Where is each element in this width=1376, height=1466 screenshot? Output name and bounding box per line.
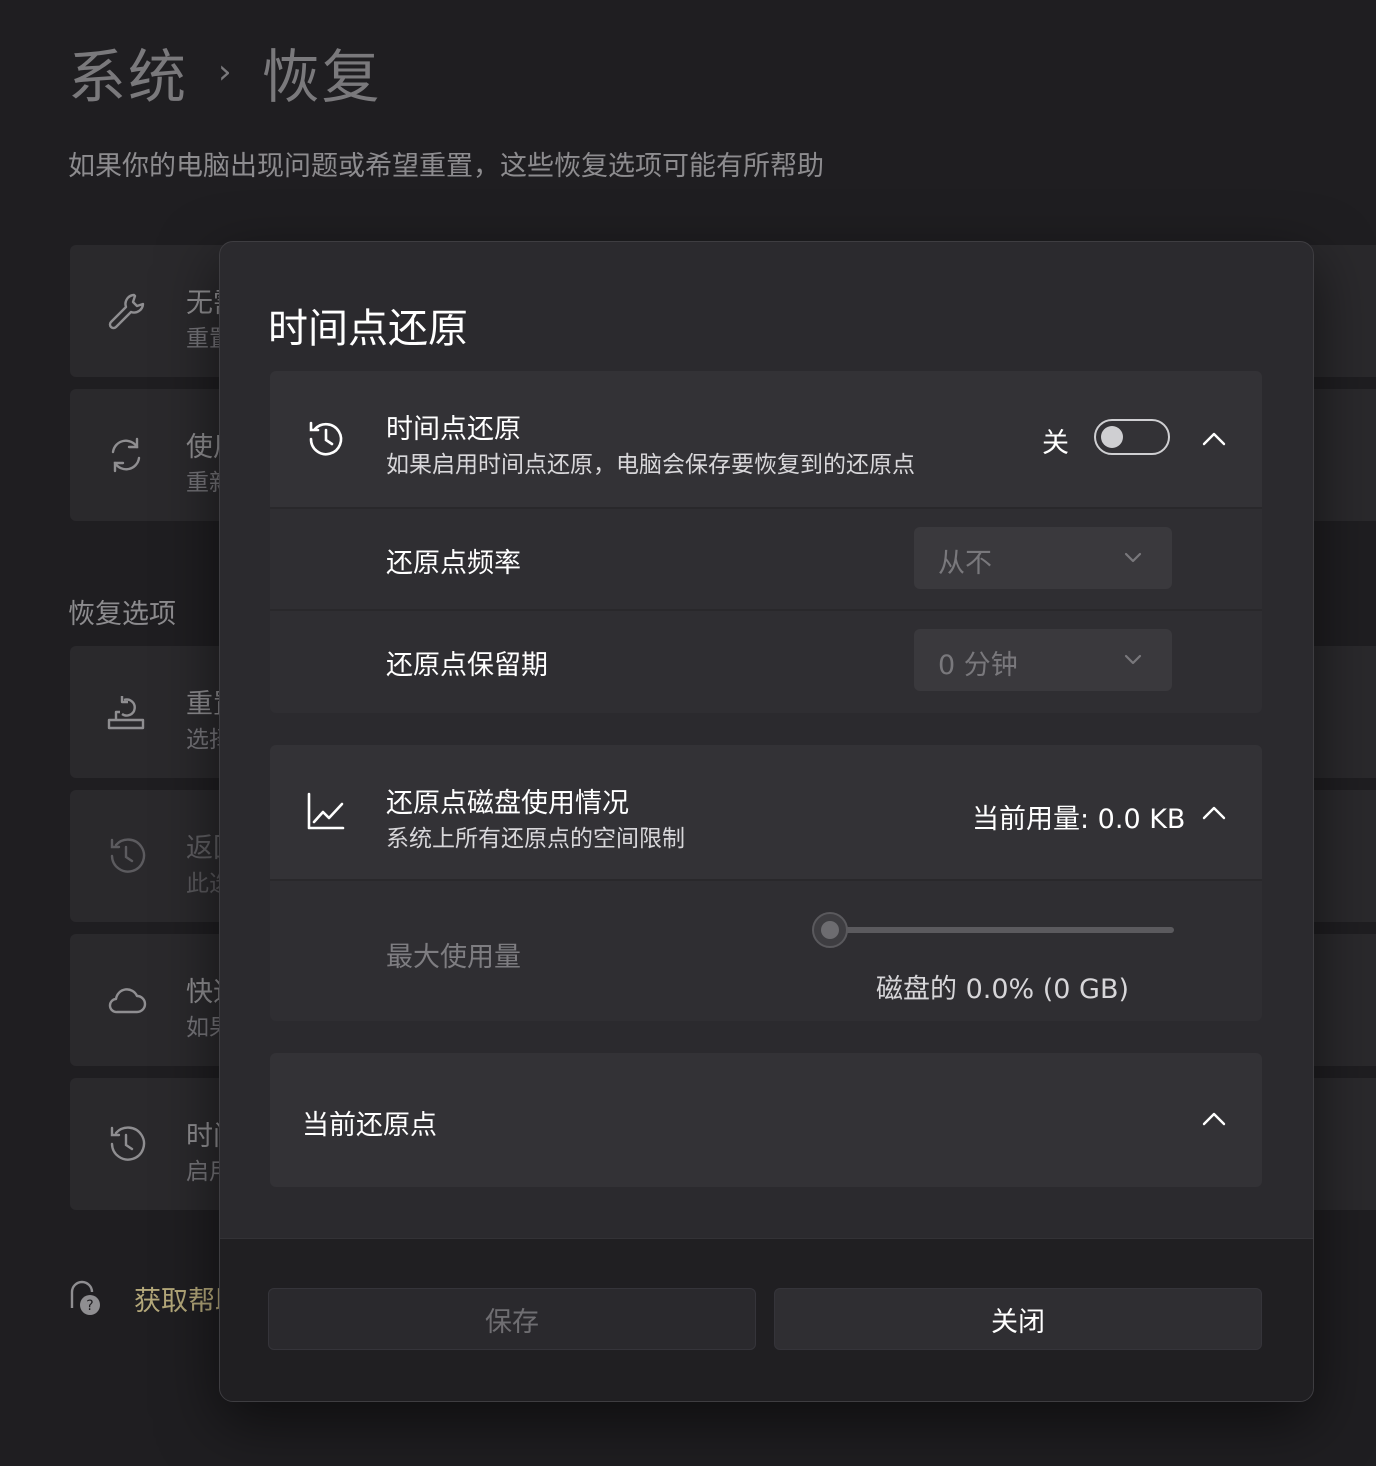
retention-row: 还原点保留期 0 分钟 xyxy=(270,609,1262,713)
restore-panel-subtitle: 如果启用时间点还原，电脑会保存要恢复到的还原点 xyxy=(386,452,915,478)
restore-panel-title: 时间点还原 xyxy=(386,414,521,445)
toggle-knob xyxy=(1101,426,1123,448)
breadcrumb-parent[interactable]: 系统 xyxy=(68,30,188,114)
current-points-title: 当前还原点 xyxy=(302,1110,437,1141)
close-button[interactable]: 关闭 xyxy=(774,1288,1262,1350)
breadcrumb: 系统 › 恢复 xyxy=(68,30,382,114)
dialog-footer: 保存 关闭 xyxy=(220,1238,1313,1401)
frequency-select[interactable]: 从不 xyxy=(914,527,1172,589)
current-points-panel[interactable]: 当前还原点 xyxy=(270,1053,1262,1187)
max-usage-slider-track[interactable] xyxy=(830,927,1174,933)
page-description: 如果你的电脑出现问题或希望重置，这些恢复选项可能有所帮助 xyxy=(68,151,824,182)
frequency-value: 从不 xyxy=(938,548,992,579)
history-icon xyxy=(104,1122,148,1166)
refresh-icon xyxy=(104,433,148,477)
dialog-title: 时间点还原 xyxy=(268,306,468,352)
chevron-down-icon xyxy=(1122,546,1144,568)
disk-usage-panel: 还原点磁盘使用情况 系统上所有还原点的空间限制 当前用量: 0.0 KB 最大使… xyxy=(270,745,1262,1021)
reset-pc-icon xyxy=(104,690,148,734)
help-chat-icon: ? xyxy=(66,1278,106,1318)
disk-usage-subtitle: 系统上所有还原点的空间限制 xyxy=(386,826,685,852)
chevron-up-icon[interactable] xyxy=(1200,799,1228,827)
breadcrumb-separator: › xyxy=(218,52,232,92)
restore-dialog: 时间点还原 时间点还原 如果启用时间点还原，电脑会保存要恢复到的还原点 关 还原… xyxy=(219,241,1314,1402)
chart-icon xyxy=(304,789,348,833)
restore-panel: 时间点还原 如果启用时间点还原，电脑会保存要恢复到的还原点 关 还原点频率 从不… xyxy=(270,371,1262,713)
retention-value: 0 分钟 xyxy=(938,650,1018,681)
retention-label: 还原点保留期 xyxy=(386,650,548,681)
toggle-state-label: 关 xyxy=(1042,428,1069,459)
history-icon xyxy=(104,834,148,878)
cloud-icon xyxy=(104,978,148,1022)
get-help-row[interactable]: ? 获取帮助 xyxy=(66,1278,242,1318)
frequency-label: 还原点频率 xyxy=(386,548,521,579)
chevron-up-icon[interactable] xyxy=(1200,1105,1228,1133)
disk-usage-header[interactable]: 还原点磁盘使用情况 系统上所有还原点的空间限制 当前用量: 0.0 KB xyxy=(270,745,1262,879)
max-usage-label: 最大使用量 xyxy=(386,942,521,973)
wrench-icon xyxy=(104,289,148,333)
svg-text:?: ? xyxy=(86,1298,93,1314)
current-usage: 当前用量: 0.0 KB xyxy=(972,804,1186,835)
max-usage-slider-thumb[interactable] xyxy=(812,912,848,948)
disk-usage-title: 还原点磁盘使用情况 xyxy=(386,788,629,819)
max-usage-row: 最大使用量 磁盘的 0.0% (0 GB) xyxy=(270,879,1262,1021)
frequency-row: 还原点频率 从不 xyxy=(270,507,1262,609)
chevron-down-icon xyxy=(1122,648,1144,670)
recovery-options-heading: 恢复选项 xyxy=(68,599,176,630)
restore-toggle[interactable] xyxy=(1094,419,1170,455)
disk-percentage-caption: 磁盘的 0.0% (0 GB) xyxy=(876,974,1130,1005)
history-icon xyxy=(304,417,348,461)
save-button[interactable]: 保存 xyxy=(268,1288,756,1350)
retention-select[interactable]: 0 分钟 xyxy=(914,629,1172,691)
restore-panel-header[interactable]: 时间点还原 如果启用时间点还原，电脑会保存要恢复到的还原点 关 xyxy=(270,371,1262,507)
page-title: 恢复 xyxy=(261,43,382,111)
chevron-up-icon[interactable] xyxy=(1200,425,1228,453)
